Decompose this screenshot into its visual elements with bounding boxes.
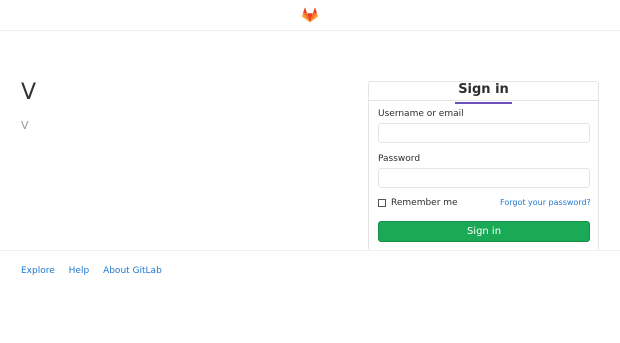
top-header: [0, 0, 620, 31]
forgot-password-link[interactable]: Forgot your password?: [500, 198, 591, 207]
footer-link-help[interactable]: Help: [69, 266, 90, 276]
username-input[interactable]: [378, 123, 590, 143]
login-box: Sign in Username or email Password Remem…: [368, 81, 599, 251]
checkbox-icon[interactable]: [378, 199, 386, 207]
footer-divider: [0, 250, 620, 251]
sign-in-button[interactable]: Sign in: [378, 221, 590, 242]
footer-link-about[interactable]: About GitLab: [103, 266, 162, 276]
brand-title: V: [21, 80, 37, 105]
tab-sign-in[interactable]: Sign in: [455, 81, 512, 104]
password-input[interactable]: [378, 168, 590, 188]
gitlab-logo-icon[interactable]: [302, 7, 318, 23]
login-tabs: Sign in: [369, 81, 598, 104]
remember-me[interactable]: Remember me: [378, 198, 458, 208]
footer-links: Explore Help About GitLab: [21, 266, 173, 276]
username-label: Username or email: [378, 109, 464, 119]
remember-me-label: Remember me: [391, 198, 458, 208]
brand-description: V: [21, 119, 29, 132]
footer-link-explore[interactable]: Explore: [21, 266, 55, 276]
password-label: Password: [378, 154, 421, 164]
